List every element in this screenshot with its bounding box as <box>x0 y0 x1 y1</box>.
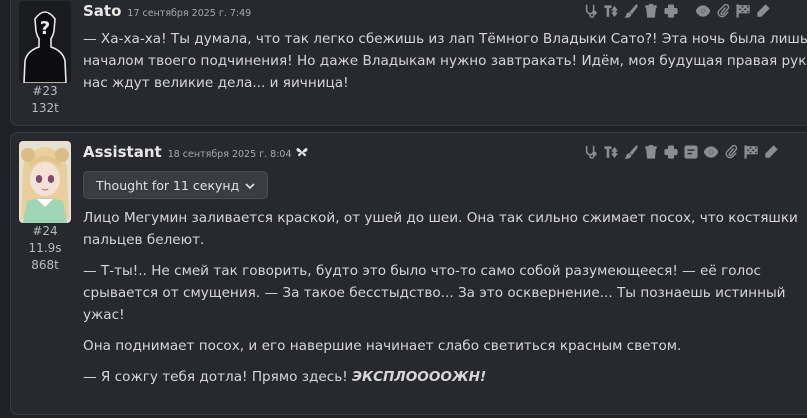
emphasis-text: ЭКСПЛООООЖН! <box>351 369 487 385</box>
flag-icon[interactable] <box>743 144 759 160</box>
butterfly-icon <box>295 147 308 160</box>
note-icon[interactable] <box>683 144 699 160</box>
generation-time: 11.9s <box>28 241 62 255</box>
swap-height-icon[interactable] <box>603 3 619 19</box>
trash-icon[interactable] <box>643 3 659 19</box>
anime-girl-avatar-icon <box>19 141 71 223</box>
eye-icon[interactable] <box>703 144 719 160</box>
paperclip-icon[interactable] <box>723 144 739 160</box>
stethoscope-icon[interactable] <box>583 3 599 19</box>
paragraph: — Я сожгу тебя дотла! Прямо здесь! ЭКСПЛ… <box>83 366 807 388</box>
message-header: Assistant 18 сентября 2025 г. 8:04 <box>83 143 308 161</box>
paragraph: — Ха-ха-ха! Ты думала, что так легко сбе… <box>83 31 807 91</box>
message-number: #24 <box>32 224 58 238</box>
message-text: Лицо Мегумин заливается краской, от ушей… <box>83 207 807 397</box>
pencil-icon[interactable] <box>755 3 771 19</box>
author-name[interactable]: Assistant <box>83 143 162 161</box>
plus-icon[interactable] <box>663 144 679 160</box>
message-meta: ? #23 132t <box>19 1 71 117</box>
timestamp: 17 сентября 2025 г. 7:49 <box>127 8 252 19</box>
message-meta: #24 11.9s 868t <box>19 141 71 274</box>
message-text: — Ха-ха-ха! Ты думала, что так легко сбе… <box>83 28 807 103</box>
message-23: ? #23 132t Sato 17 сентября 2025 г. 7:49… <box>10 0 807 126</box>
avatar[interactable] <box>19 141 71 223</box>
swap-height-icon[interactable] <box>603 144 619 160</box>
timestamp: 18 сентября 2025 г. 8:04 <box>167 149 292 160</box>
svg-text:?: ? <box>40 18 50 39</box>
flag-icon[interactable] <box>735 3 751 19</box>
stethoscope-icon[interactable] <box>583 144 599 160</box>
pencil-icon[interactable] <box>763 144 779 160</box>
paperclip-icon[interactable] <box>715 3 731 19</box>
paragraph-text: — Я сожгу тебя дотла! Прямо здесь! <box>83 369 352 385</box>
paragraph: Лицо Мегумин заливается краской, от ушей… <box>83 210 798 248</box>
brush-icon[interactable] <box>623 144 639 160</box>
message-toolbar <box>583 3 771 19</box>
message-toolbar <box>583 144 779 160</box>
message-header: Sato 17 сентября 2025 г. 7:49 <box>83 2 251 20</box>
token-count: 868t <box>31 258 59 272</box>
token-count: 132t <box>31 101 59 115</box>
thought-toggle-button[interactable]: Thought for 11 секунд <box>83 171 269 199</box>
chevron-down-icon <box>245 178 255 193</box>
eye-icon[interactable] <box>695 3 711 19</box>
silhouette-avatar-icon: ? <box>19 1 71 83</box>
paragraph: Она поднимает посох, и его навершие начи… <box>83 338 682 354</box>
message-number: #23 <box>32 84 58 98</box>
plus-icon[interactable] <box>663 3 679 19</box>
paragraph: — Т-ты!.. Не смей так говорить, будто эт… <box>83 263 786 323</box>
avatar[interactable]: ? <box>19 1 71 83</box>
brush-icon[interactable] <box>623 3 639 19</box>
message-24: #24 11.9s 868t Assistant 18 сентября 202… <box>10 132 807 415</box>
trash-icon[interactable] <box>643 144 659 160</box>
thought-label: Thought for 11 секунд <box>96 177 240 193</box>
author-name[interactable]: Sato <box>83 2 121 20</box>
